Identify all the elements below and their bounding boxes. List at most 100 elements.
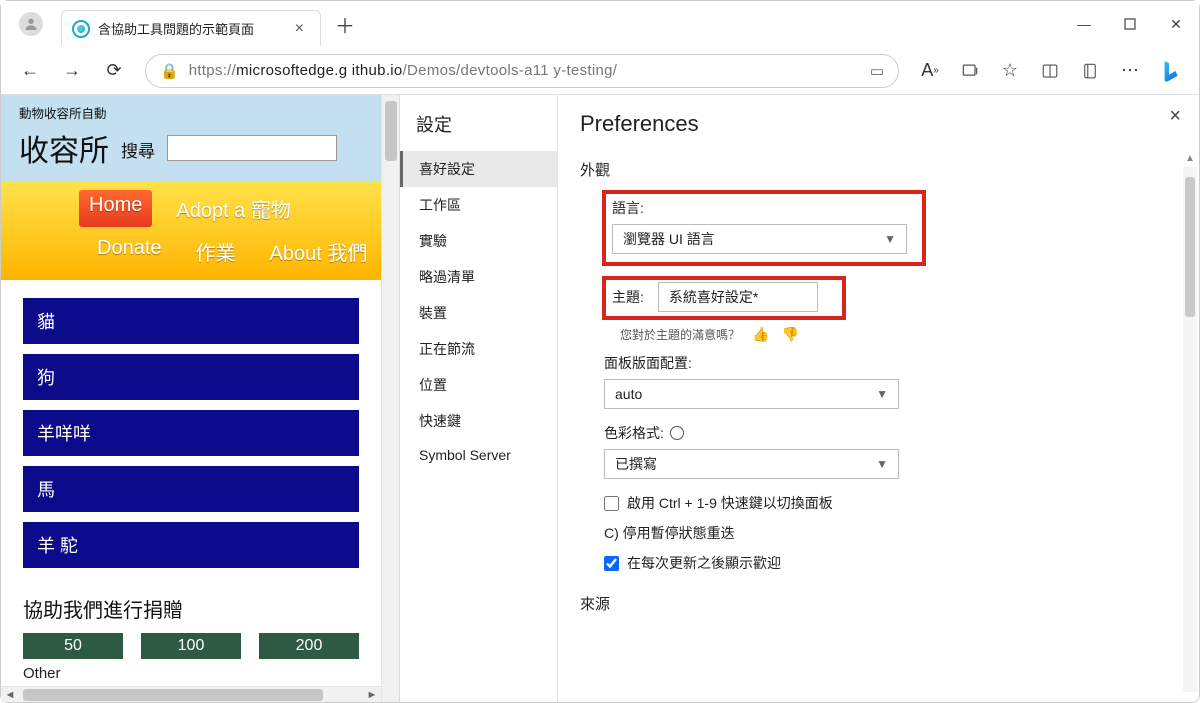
settings-close-button[interactable]: × [1169,105,1181,128]
settings-sidebar: 設定 喜好設定 工作區 實驗 略過清單 裝置 正在節流 位置 快速鍵 Symbo… [400,95,558,702]
theme-select[interactable]: 系統喜好設定* [658,282,818,312]
browser-toolbar: ← → ⟳ 🔒 https://microsoftedge.g ithub.io… [1,47,1199,95]
thumbs-down-icon[interactable]: 👎 [781,326,798,343]
settings-nav-symbol-server[interactable]: Symbol Server [400,439,557,471]
color-format-value: 已撰寫 [615,454,657,474]
panel-layout-label: 面板版面配置: [604,353,1175,373]
read-aloud-button[interactable] [951,52,989,90]
window-maximize-button[interactable] [1107,1,1153,47]
source-heading: 來源 [580,593,1175,614]
preferences-pane: × Preferences 外觀 語言: 瀏覽器 UI 語言 ▼ 主題: 系統喜… [558,95,1199,702]
lock-icon: 🔒 [160,62,179,80]
amount-button[interactable]: 50 [23,633,123,659]
panel-layout-select[interactable]: auto ▼ [604,379,899,409]
scroll-up-icon[interactable]: ▲ [1183,151,1197,165]
shortcut-checkbox-row[interactable]: 啟用 Ctrl + 1-9 快速鍵以切換面板 [604,493,1175,513]
preferences-title: Preferences [580,111,1175,137]
favorite-button[interactable]: ☆ [991,52,1029,90]
appearance-heading: 外觀 [580,159,1175,180]
welcome-checkbox-label: 在每次更新之後顯示歡迎 [627,553,781,573]
color-format-select[interactable]: 已撰寫 ▼ [604,449,899,479]
theme-value: 系統喜好設定* [669,287,758,307]
shortcut-checkbox[interactable] [604,496,619,511]
content-area: 動物收容所自動 收容所 搜尋 Home Adopt a 寵物 Donate 作業 [1,95,1199,702]
settings-heading: 設定 [400,109,557,151]
site-brand: 收容所 [19,126,109,170]
page-horizontal-scrollbar[interactable]: ◄ ► [1,686,381,702]
settings-nav-ignore-list[interactable]: 略過清單 [400,259,557,295]
settings-nav-locations[interactable]: 位置 [400,367,557,403]
category-item[interactable]: 貓 [23,298,359,344]
welcome-checkbox[interactable] [604,556,619,571]
category-item[interactable]: 羊 駝 [23,522,359,568]
category-item[interactable]: 狗 [23,354,359,400]
main-nav: Home Adopt a 寵物 Donate 作業 About 我們 [1,182,381,280]
chevron-down-icon: ▼ [884,232,896,246]
back-button[interactable]: ← [11,52,49,90]
category-item[interactable]: 羊咩咩 [23,410,359,456]
chevron-down-icon: ▼ [876,457,888,471]
amount-button[interactable]: 100 [141,633,241,659]
banner-subtitle: 動物收容所自動 [19,103,363,122]
scroll-right-icon[interactable]: ► [363,687,381,703]
theme-field-highlight: 主題: 系統喜好設定* [604,278,844,318]
nav-donate[interactable]: Donate [87,233,172,270]
bing-chat-button[interactable] [1151,52,1189,90]
forward-button[interactable]: → [53,52,91,90]
window-minimize-button[interactable]: — [1061,1,1107,47]
pause-overlay-label: C) 停用暫停狀態重迭 [604,523,735,543]
nav-adopt[interactable]: Adopt a 寵物 [166,190,301,227]
scroll-left-icon[interactable]: ◄ [1,687,19,703]
language-select[interactable]: 瀏覽器 UI 語言 ▼ [612,224,907,254]
text-size-button[interactable]: A» [911,52,949,90]
language-label: 語言: [612,198,916,218]
more-button[interactable]: ⋯ [1111,52,1149,90]
thumbs-up-icon[interactable]: 👍 [752,326,769,343]
chevron-down-icon: ▼ [876,387,888,401]
settings-nav-throttling[interactable]: 正在節流 [400,331,557,367]
window-close-button[interactable]: ✕ [1153,1,1199,47]
split-screen-button[interactable] [1031,52,1069,90]
theme-feedback-row: 您對於主題的滿意嗎？ 👍 👎 [580,326,1175,343]
page-viewport: 動物收容所自動 收容所 搜尋 Home Adopt a 寵物 Donate 作業 [1,95,399,702]
language-field-highlight: 語言: 瀏覽器 UI 語言 ▼ [604,192,924,264]
edge-favicon-icon [72,20,90,38]
nav-jobs[interactable]: 作業 [186,233,246,270]
refresh-button[interactable]: ⟳ [95,52,133,90]
category-item[interactable]: 馬 [23,466,359,512]
amount-button[interactable]: 200 [259,633,359,659]
settings-nav-experiments[interactable]: 實驗 [400,223,557,259]
search-label: 搜尋 [121,137,155,162]
nav-home[interactable]: Home [79,190,152,227]
category-list: 貓 狗 羊咩咩 馬 羊 駝 [1,280,381,586]
theme-label: 主題: [612,287,644,307]
donate-heading: 協助我們進行捐贈 [1,586,381,633]
panel-layout-value: auto [615,386,642,402]
url-text: https://microsoftedge.g ithub.io/Demos/d… [189,62,860,79]
profile-avatar[interactable] [19,12,43,36]
nav-about[interactable]: About 我們 [260,233,378,270]
color-format-field: 色彩格式: 已撰寫 ▼ [604,423,1175,479]
settings-nav-devices[interactable]: 裝置 [400,295,557,331]
search-input[interactable] [167,135,337,161]
browser-tab[interactable]: 含協助工具問題的示範頁面 × [61,10,321,46]
reader-icon[interactable]: ▭ [870,62,884,80]
page-banner: 動物收容所自動 收容所 搜尋 [1,95,381,182]
language-value: 瀏覽器 UI 語言 [623,229,715,249]
warning-icon [670,426,684,440]
tab-title: 含協助工具問題的示範頁面 [98,19,289,38]
pause-overlay-row: C) 停用暫停狀態重迭 [604,523,1175,543]
welcome-checkbox-row[interactable]: 在每次更新之後顯示歡迎 [604,553,1175,573]
address-bar[interactable]: 🔒 https://microsoftedge.g ithub.io/Demos… [145,54,899,88]
window-titlebar: 含協助工具問題的示範頁面 × ＋ — ✕ [1,1,1199,47]
theme-feedback-text: 您對於主題的滿意嗎？ [620,326,740,343]
preferences-scrollbar[interactable]: ▲ [1183,167,1197,692]
devtools-panel: 設定 喜好設定 工作區 實驗 略過清單 裝置 正在節流 位置 快速鍵 Symbo… [399,95,1199,702]
settings-nav-shortcuts[interactable]: 快速鍵 [400,403,557,439]
page-vertical-scrollbar[interactable] [381,95,399,702]
settings-nav-workspace[interactable]: 工作區 [400,187,557,223]
new-tab-button[interactable]: ＋ [321,10,369,39]
collections-button[interactable] [1071,52,1109,90]
settings-nav-preferences[interactable]: 喜好設定 [400,151,557,187]
tab-close-button[interactable]: × [289,20,310,38]
